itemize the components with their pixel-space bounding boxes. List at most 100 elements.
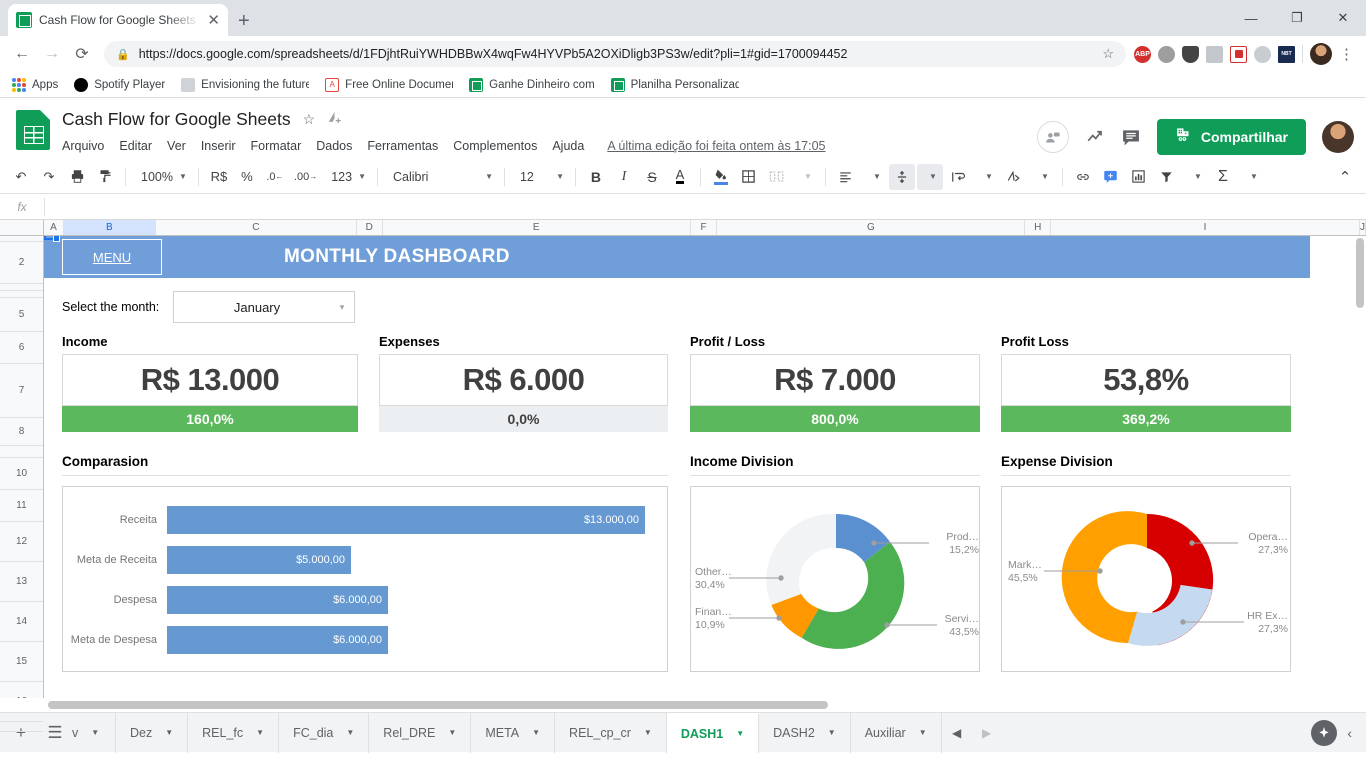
borders-button[interactable] [736, 164, 762, 190]
row-header-3[interactable] [0, 284, 43, 291]
print-button[interactable] [64, 164, 90, 190]
row-header-10[interactable]: 10 [0, 458, 43, 490]
strikethrough-button[interactable]: S [639, 164, 665, 190]
bookmark-planilha-personalizada[interactable]: Planilha Personalizad [605, 76, 745, 94]
text-rotation-button[interactable] [1001, 164, 1027, 190]
column-header-G[interactable]: G [717, 220, 1026, 235]
activity-dashboard-icon[interactable] [1085, 128, 1105, 146]
insert-link-button[interactable] [1070, 164, 1096, 190]
row-header-8[interactable]: 8 [0, 418, 43, 446]
back-icon[interactable]: ← [8, 40, 36, 68]
collapse-panel-icon[interactable]: ‹ [1347, 725, 1352, 741]
bookmark-envisioning[interactable]: Envisioning the future [175, 76, 315, 94]
close-icon[interactable]: ✕ [207, 13, 220, 28]
vertical-align-button[interactable] [888, 163, 915, 190]
comments-icon[interactable] [1121, 128, 1141, 147]
expense-division-donut-chart[interactable]: Opera… 27,3% HR Ex… 27,3% Mark… 45,5% [1001, 486, 1291, 672]
column-header-B[interactable]: B [63, 220, 156, 235]
explore-icon[interactable] [1311, 719, 1338, 746]
font-selector[interactable]: Calibri ▼ [385, 164, 497, 190]
row-header-13[interactable]: 13 [0, 562, 43, 602]
sheet-tab-rel-dre[interactable]: Rel_DRE ▼ [369, 712, 472, 753]
fill-color-button[interactable] [708, 164, 734, 190]
new-tab-button[interactable]: + [238, 11, 250, 31]
chevron-down-icon[interactable]: ▼ [644, 728, 652, 737]
sheet-tab-fc-dia[interactable]: FC_dia ▼ [279, 712, 370, 753]
row-header-12[interactable]: 12 [0, 522, 43, 562]
undo-button[interactable]: ↶ [8, 164, 34, 190]
browser-tab[interactable]: Cash Flow for Google Sheets - Pla ✕ [8, 4, 228, 36]
horizontal-scroll-thumb[interactable] [48, 701, 828, 709]
sheet-tab-dez[interactable]: Dez ▼ [116, 712, 189, 753]
number-format-selector[interactable]: 123 ▼ [323, 164, 370, 190]
sheet-tab-auxiliar[interactable]: Auxiliar ▼ [851, 712, 942, 753]
page-title[interactable]: Cash Flow for Google Sheets [62, 109, 291, 130]
menu-ver[interactable]: Ver [167, 139, 186, 153]
menu-editar[interactable]: Editar [119, 139, 152, 153]
bookmark-star-icon[interactable]: ☆ [1102, 46, 1114, 62]
sheet-tab-dash2[interactable]: DASH2 ▼ [759, 712, 851, 753]
column-header-H[interactable]: H [1025, 220, 1052, 235]
bookmark-ganhe-dinheiro[interactable]: Ganhe Dinheiro com [463, 76, 600, 94]
bookmark-spotify[interactable]: Spotify Player [68, 76, 171, 94]
decrease-decimal-button[interactable]: .0 ← [262, 164, 288, 190]
chevron-down-icon[interactable]: ▼ [736, 729, 744, 738]
row-header-4[interactable] [0, 291, 43, 298]
horizontal-scrollbar[interactable] [0, 698, 1366, 712]
google-sheets-logo[interactable] [16, 110, 50, 150]
select-all-corner[interactable] [0, 220, 44, 235]
column-header-D[interactable]: D [357, 220, 383, 235]
forward-icon[interactable]: → [38, 40, 66, 68]
prev-sheet-icon[interactable]: ◀ [942, 716, 972, 750]
vertical-scroll-thumb[interactable] [1356, 238, 1364, 308]
adblock-plus-icon[interactable]: ABP [1134, 45, 1151, 63]
text-wrap-button[interactable] [945, 164, 971, 190]
column-header-C[interactable]: C [156, 220, 357, 235]
text-rotation-dropdown[interactable]: ▼ [1029, 164, 1055, 190]
sheet-tab-dash1[interactable]: DASH1 ▼ [666, 712, 760, 753]
row-header-7[interactable]: 7 [0, 364, 43, 418]
row-header-2[interactable]: 2 [0, 242, 43, 284]
skype-extension-icon[interactable] [1254, 45, 1271, 63]
menu-complementos[interactable]: Complementos [453, 139, 537, 153]
minimize-icon[interactable]: — [1228, 0, 1274, 36]
menu-dados[interactable]: Dados [316, 139, 352, 153]
close-window-icon[interactable]: ✕ [1320, 0, 1366, 36]
user-avatar[interactable] [1322, 121, 1354, 153]
sheet-tab-rel-fc[interactable]: REL_fc ▼ [188, 712, 280, 753]
functions-dropdown[interactable]: ▼ [1238, 164, 1264, 190]
row-header-17[interactable] [0, 722, 43, 732]
row-header-5[interactable]: 5 [0, 298, 43, 332]
reload-icon[interactable]: ⟳ [68, 40, 96, 68]
profile-avatar[interactable] [1310, 43, 1332, 65]
star-icon[interactable]: ☆ [303, 111, 316, 128]
sheet-tab-rel-cp-cr[interactable]: REL_cp_cr ▼ [555, 712, 667, 753]
menu-button[interactable]: MENU [62, 239, 162, 275]
shield-extension-icon[interactable] [1182, 45, 1199, 63]
last-edit-link[interactable]: A última edição foi feita ontem às 17:05 [607, 139, 825, 153]
font-size-selector[interactable]: 12 ▼ [512, 164, 568, 190]
avast-extension-icon[interactable] [1230, 45, 1247, 63]
sheet-tab-meta[interactable]: META ▼ [471, 712, 556, 753]
chevron-down-icon[interactable]: ▼ [256, 728, 264, 737]
column-header-J[interactable]: J [1360, 220, 1366, 235]
row-header-15[interactable]: 15 [0, 642, 43, 682]
share-button[interactable]: Compartilhar [1156, 119, 1306, 155]
functions-button[interactable]: Σ [1210, 164, 1236, 190]
horizontal-align-button[interactable] [833, 164, 859, 190]
chevron-down-icon[interactable]: ▼ [346, 728, 354, 737]
menu-formatar[interactable]: Formatar [251, 139, 302, 153]
move-to-drive-icon[interactable] [327, 110, 342, 128]
menu-inserir[interactable]: Inserir [201, 139, 236, 153]
increase-decimal-button[interactable]: .00 → [290, 164, 321, 190]
chevron-down-icon[interactable]: ▼ [448, 728, 456, 737]
comparison-bar-chart[interactable]: Receita $13.000,00 Meta de Receita $5.00… [62, 486, 668, 672]
insert-comment-button[interactable] [1098, 164, 1124, 190]
chat-extension-icon[interactable] [1206, 45, 1223, 63]
chevron-down-icon[interactable]: ▼ [532, 728, 540, 737]
all-sheets-button[interactable]: ☰ [38, 716, 72, 750]
paint-format-button[interactable] [92, 164, 118, 190]
nbt-extension-icon[interactable]: NBT [1278, 45, 1295, 63]
column-header-I[interactable]: I [1051, 220, 1361, 235]
row-header-14[interactable]: 14 [0, 602, 43, 642]
